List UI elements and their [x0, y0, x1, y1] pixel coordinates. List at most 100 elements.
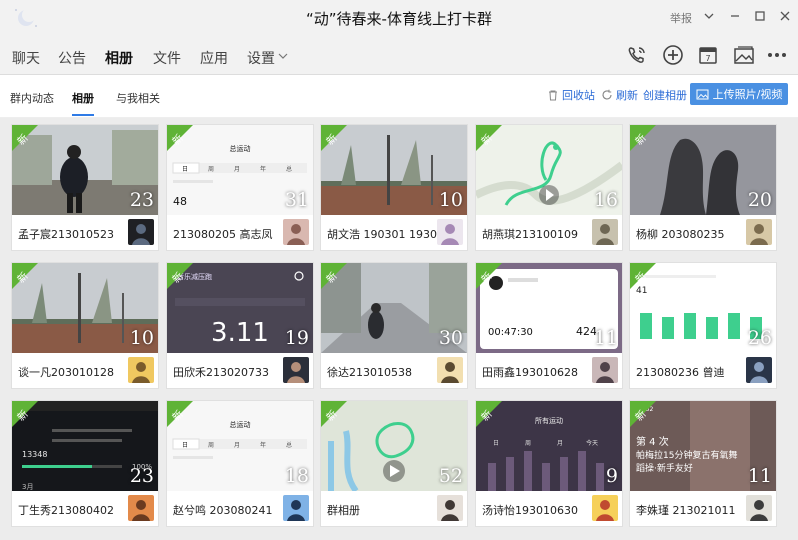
album-owner-name[interactable]: 胡燕琪213100109 [482, 226, 592, 242]
avatar[interactable] [128, 219, 154, 245]
tab-settings[interactable]: 设置 [247, 48, 275, 68]
svg-text:第 4 次: 第 4 次 [636, 435, 669, 448]
album-owner-name[interactable]: 赵兮鸣 203080241 [173, 502, 283, 518]
album-owner-name[interactable]: 孟子宸213010523 [18, 226, 128, 242]
avatar[interactable] [283, 495, 309, 521]
image-gallery-icon[interactable] [733, 44, 755, 66]
album-card[interactable]: 所有运动 日周月今天 新 9 汤诗怡193010630 [475, 400, 623, 527]
subtab-related-to-me[interactable]: 与我相关 [116, 90, 160, 106]
avatar[interactable] [437, 357, 463, 383]
svg-text:00:47:30: 00:47:30 [488, 327, 533, 338]
photo-count: 20 [747, 189, 772, 211]
tab-files[interactable]: 文件 [153, 48, 181, 68]
svg-text:总运动: 总运动 [230, 420, 251, 429]
blue-sky-avatar-image [283, 495, 309, 521]
album-owner-name[interactable]: 谈一凡203010128 [18, 364, 128, 380]
dark-figure-avatar-image [128, 219, 154, 245]
refresh-button[interactable]: 刷新 [601, 87, 638, 103]
svg-text:帕梅拉15分钟复古有氧舞: 帕梅拉15分钟复古有氧舞 [636, 449, 737, 461]
upload-image-icon [696, 89, 709, 100]
album-card[interactable]: 41 新 26 213080236 曾迪 [629, 262, 777, 389]
tab-chat[interactable]: 聊天 [12, 48, 40, 68]
album-card[interactable]: 00:47:30 424 新 11 田雨鑫193010628 [475, 262, 623, 389]
album-card[interactable]: 新 30 徐达213010538 [320, 262, 468, 389]
svg-text:3月: 3月 [22, 483, 33, 491]
man-portrait-avatar-image [283, 357, 309, 383]
minimize-icon[interactable] [726, 7, 744, 25]
album-card[interactable]: 13348 100% 3月 新 23 丁生秀213080402 [11, 400, 159, 527]
album-card[interactable]: 新 20 杨柳 203080235 [629, 124, 777, 251]
album-card[interactable]: 22:52 第 4 次帕梅拉15分钟复古有氧舞 蹈操·新手友好 新 11 李姝瑾 … [629, 400, 777, 527]
photo-count: 11 [593, 327, 618, 349]
avatar[interactable] [283, 357, 309, 383]
tab-apps[interactable]: 应用 [200, 48, 228, 68]
cartoon-girl-avatar-image [746, 495, 772, 521]
svg-text:今天: 今天 [586, 439, 598, 447]
chevron-down-icon[interactable] [700, 7, 718, 25]
subtab-group-activity[interactable]: 群内动态 [10, 90, 54, 106]
album-card[interactable]: 音乐减压跑 3.11 新 19 田欣禾213020733 [166, 262, 314, 389]
album-card[interactable]: 新 23 孟子宸213010523 [11, 124, 159, 251]
avatar[interactable] [283, 219, 309, 245]
album-owner-name[interactable]: 李姝瑾 213021011 [636, 502, 746, 518]
svg-text:月: 月 [557, 440, 563, 447]
subtab-albums[interactable]: 相册 [72, 90, 94, 116]
album-card[interactable]: 新 16 胡燕琪213100109 [475, 124, 623, 251]
photo-count: 18 [284, 465, 309, 487]
album-card[interactable]: 新 10 谈一凡203010128 [11, 262, 159, 389]
phone-call-icon[interactable] [626, 44, 648, 66]
album-subnav: 群内动态 相册 与我相关 回收站 刷新 创建相册 上传照片/视频 [0, 75, 798, 118]
svg-text:日: 日 [493, 440, 499, 447]
recycle-bin-label: 回收站 [562, 89, 595, 102]
album-owner-name[interactable]: 群相册 [327, 502, 437, 518]
album-card[interactable]: 新 52 群相册 [320, 400, 468, 527]
avatar[interactable] [128, 357, 154, 383]
avatar[interactable] [437, 495, 463, 521]
add-circle-icon[interactable] [662, 44, 684, 66]
create-album-button[interactable]: 创建相册 [643, 87, 687, 103]
avatar[interactable] [128, 495, 154, 521]
upload-photos-button[interactable]: 上传照片/视频 [690, 83, 788, 105]
more-options-icon[interactable] [766, 44, 788, 66]
album-grid: 新 23 孟子宸213010523 15 总运动 日周月年总 日 48 新 31… [0, 118, 798, 540]
chevron-down-icon[interactable] [278, 52, 288, 60]
photo-count: 23 [129, 465, 154, 487]
photo-count: 11 [747, 465, 772, 487]
album-card[interactable]: 15 总运动 日周月年总 日 新 18 赵兮鸣 203080241 [166, 400, 314, 527]
svg-text:月: 月 [234, 442, 240, 449]
svg-text:蹈操·新手友好: 蹈操·新手友好 [636, 462, 693, 474]
svg-text:48: 48 [173, 195, 187, 208]
album-owner-name[interactable]: 丁生秀213080402 [18, 502, 128, 518]
avatar[interactable] [592, 357, 618, 383]
photo-count: 9 [605, 465, 618, 487]
album-card[interactable]: 15 总运动 日周月年总 日 48 新 31 213080205 高志凤 [166, 124, 314, 251]
tab-announcement[interactable]: 公告 [58, 48, 86, 68]
avatar[interactable] [592, 495, 618, 521]
album-owner-name[interactable]: 汤诗怡193010630 [482, 502, 592, 518]
avatar[interactable] [592, 219, 618, 245]
tab-album[interactable]: 相册 [105, 48, 133, 77]
photo-count: 23 [129, 189, 154, 211]
orange-portrait-avatar-image [128, 495, 154, 521]
main-nav: 聊天 公告 相册 文件 应用 设置 7 [0, 34, 798, 77]
report-button[interactable]: 举报 [670, 10, 692, 26]
album-owner-name[interactable]: 杨柳 203080235 [636, 226, 746, 242]
avatar[interactable] [437, 219, 463, 245]
close-icon[interactable] [776, 7, 794, 25]
album-owner-name[interactable]: 213080236 曾迪 [636, 364, 746, 380]
photo-count: 10 [438, 189, 463, 211]
album-owner-name[interactable]: 田欣禾213020733 [173, 364, 283, 380]
maximize-icon[interactable] [751, 7, 769, 25]
avatar[interactable] [746, 357, 772, 383]
calendar-icon[interactable]: 7 [697, 44, 719, 66]
photo-count: 31 [284, 189, 309, 211]
album-owner-name[interactable]: 田雨鑫193010628 [482, 364, 592, 380]
album-owner-name[interactable]: 胡文浩 190301 1930... [327, 226, 437, 242]
album-owner-name[interactable]: 213080205 高志凤 [173, 226, 283, 242]
album-card[interactable]: 新 10 胡文浩 190301 1930... [320, 124, 468, 251]
calendar-day: 7 [705, 54, 710, 63]
avatar[interactable] [746, 219, 772, 245]
album-owner-name[interactable]: 徐达213010538 [327, 364, 437, 380]
avatar[interactable] [746, 495, 772, 521]
recycle-bin-button[interactable]: 回收站 [547, 87, 595, 103]
